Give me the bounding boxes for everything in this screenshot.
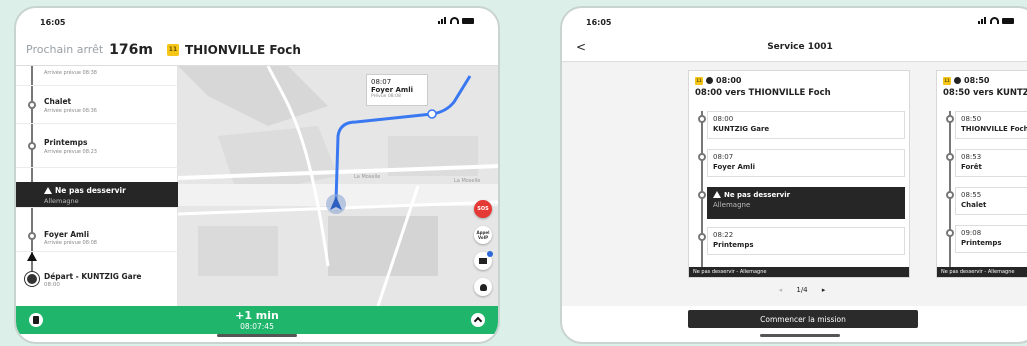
depart-pin-icon xyxy=(25,272,39,286)
clock-icon xyxy=(706,77,713,84)
status-bar: 16:05 xyxy=(562,8,1027,34)
card-pager: ◂ 1/4 ▸ xyxy=(562,286,1027,294)
service-header: < Service 1001 xyxy=(562,34,1027,62)
skipped-card-stop[interactable]: Ne pas desservir Allemagne xyxy=(707,187,905,219)
warning-icon xyxy=(44,187,52,194)
skipped-stop-row[interactable]: Ne pas desservir Allemagne xyxy=(16,182,178,208)
next-stop-label: Prochain arrêt xyxy=(26,43,104,56)
next-stop-header: Prochain arrêt 176m 11 THIONVILLE Foch xyxy=(16,34,498,66)
pager-prev-button[interactable]: ◂ xyxy=(779,286,783,294)
card-stop[interactable]: 08:00 KUNTZIG Gare xyxy=(707,111,905,139)
sos-button[interactable]: SOS xyxy=(474,200,492,218)
status-time: 16:05 xyxy=(586,18,612,27)
messages-button[interactable] xyxy=(474,251,493,270)
pager-label: 1/4 xyxy=(796,286,808,294)
map-label: La Moselle xyxy=(354,174,381,180)
map-label: La Moselle xyxy=(454,178,481,184)
home-indicator xyxy=(217,334,297,337)
card-heading: 08:50 vers KUNTZIG xyxy=(943,88,1027,98)
card-stop[interactable]: 08:55 Chalet xyxy=(955,187,1027,215)
service-tablet: 16:05 < Service 1001 11 08:00 08:00 vers… xyxy=(560,6,1027,344)
current-position-arrow-icon xyxy=(27,252,37,261)
voip-call-button[interactable]: Appel VoIP xyxy=(474,226,492,244)
home-indicator xyxy=(760,334,840,337)
card-footer: Ne pas desservir - Allemagne xyxy=(937,267,1027,277)
card-stop[interactable]: 09:08 Printemps xyxy=(955,225,1027,253)
list-item[interactable]: Chalet Arrivée prévue 08:36 xyxy=(16,86,178,124)
map-canvas xyxy=(178,66,498,306)
card-footer: Ne pas desservir - Allemagne xyxy=(689,267,909,277)
line-badge: 11 xyxy=(166,43,179,56)
next-stop-name: THIONVILLE Foch xyxy=(184,42,301,57)
card-stop[interactable]: 08:22 Printemps xyxy=(707,227,905,255)
wifi-icon xyxy=(450,17,459,24)
card-heading: 08:00 vers THIONVILLE Foch xyxy=(695,88,831,98)
delay-bar[interactable]: +1 min 08:07:45 xyxy=(16,306,498,334)
chevron-up-icon[interactable] xyxy=(471,313,485,327)
mail-icon xyxy=(479,258,487,264)
pager-next-button[interactable]: ▸ xyxy=(822,286,826,294)
service-card[interactable]: 11 08:00 08:00 vers THIONVILLE Foch 08:0… xyxy=(688,70,910,278)
status-bar: 16:05 xyxy=(16,8,498,34)
warning-icon xyxy=(713,191,721,198)
next-stop-distance: 176m xyxy=(109,41,153,58)
status-time: 16:05 xyxy=(40,18,66,27)
wifi-icon xyxy=(990,17,999,24)
list-item[interactable]: Arrivée prévue 08:38 xyxy=(16,66,178,86)
driver-tablet: 16:05 Prochain arrêt 176m 11 THIONVILLE … xyxy=(14,6,500,344)
list-item[interactable]: Départ - KUNTZIG Gare 08:00 xyxy=(16,264,178,296)
navigation-map[interactable]: 08:07 Foyer Amli Prévue 08:08 La Moselle… xyxy=(178,66,498,306)
page-title: Service 1001 xyxy=(767,42,833,52)
delay-value: +1 min xyxy=(235,309,279,322)
card-stop[interactable]: 08:07 Foyer Amli xyxy=(707,149,905,177)
card-stop[interactable]: 08:53 Forêt xyxy=(955,149,1027,177)
line-badge: 11 xyxy=(943,76,951,85)
clock-icon xyxy=(954,77,961,84)
card-time: 08:00 xyxy=(716,76,742,85)
battery-icon xyxy=(462,17,474,24)
service-cards-area: 11 08:00 08:00 vers THIONVILLE Foch 08:0… xyxy=(562,62,1027,306)
person-icon xyxy=(479,283,487,291)
delay-time: 08:07:45 xyxy=(240,322,274,331)
list-item[interactable]: Foyer Amli Arrivée prévue 08:08 xyxy=(16,222,178,252)
stop-list[interactable]: Arrivée prévue 08:38 Chalet Arrivée prév… xyxy=(16,66,178,306)
battery-icon xyxy=(1002,17,1014,24)
service-card[interactable]: 11 08:50 08:50 vers KUNTZIG 08:50 THIONV… xyxy=(936,70,1027,278)
card-stop[interactable]: 08:50 THIONVILLE Foch xyxy=(955,111,1027,139)
start-mission-button[interactable]: Commencer la mission xyxy=(688,310,918,328)
signal-icon xyxy=(978,17,987,24)
signal-icon xyxy=(438,17,447,24)
list-item[interactable]: Printemps Arrivée prévue 08:23 xyxy=(16,124,178,168)
passenger-button[interactable] xyxy=(474,278,492,296)
notification-dot xyxy=(487,251,493,257)
line-badge: 11 xyxy=(695,76,703,85)
stop-callout: 08:07 Foyer Amli Prévue 08:08 xyxy=(366,74,428,106)
card-time: 08:50 xyxy=(964,76,990,85)
